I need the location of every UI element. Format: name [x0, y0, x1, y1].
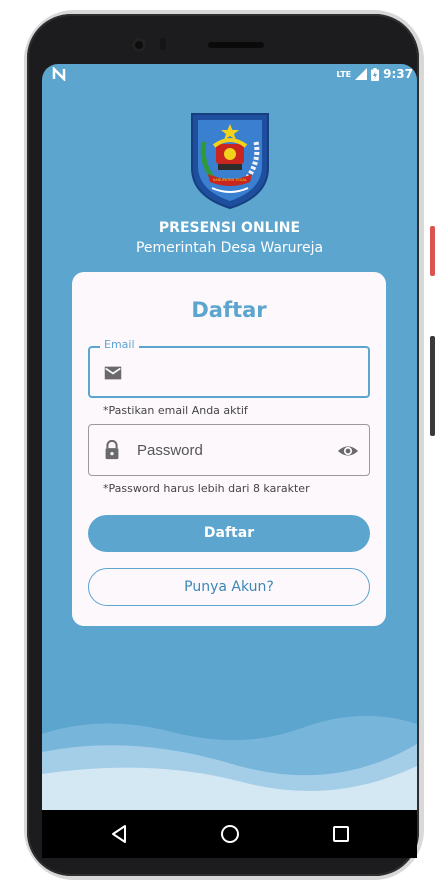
password-hint: *Password harus lebih dari 8 karakter	[103, 482, 310, 495]
back-triangle-icon[interactable]	[110, 824, 128, 844]
notification-n-icon	[52, 67, 66, 81]
system-nav-bar	[42, 810, 417, 858]
app-screen: LTE 9:37 KABUPATEN TEGAL PRESENSI ONLINE…	[42, 64, 417, 810]
kabupaten-tegal-logo: KABUPATEN TEGAL	[191, 113, 269, 210]
app-subtitle: Pemerintah Desa Warureja	[135, 240, 324, 256]
status-bar: LTE 9:37	[42, 64, 417, 86]
register-card: Daftar Email *Pastikan email Anda aktif	[72, 272, 386, 626]
email-hint: *Pastikan email Anda aktif	[103, 404, 248, 417]
status-time: 9:37	[383, 67, 413, 81]
email-input[interactable]	[138, 348, 328, 396]
app-title: PRESENSI ONLINE	[158, 220, 301, 236]
lock-icon	[105, 439, 119, 460]
recents-square-icon[interactable]	[332, 825, 350, 843]
earpiece	[208, 42, 264, 48]
password-input[interactable]	[137, 425, 327, 475]
form-title: Daftar	[191, 298, 267, 322]
network-label: LTE	[336, 69, 352, 79]
home-circle-icon[interactable]	[220, 824, 240, 844]
mail-icon	[104, 366, 122, 380]
have-account-button[interactable]: Punya Akun?	[88, 568, 370, 606]
svg-text:KABUPATEN TEGAL: KABUPATEN TEGAL	[213, 178, 247, 182]
email-label: Email	[100, 338, 139, 351]
side-button-power	[430, 226, 435, 276]
wave-decoration	[42, 715, 417, 810]
password-field[interactable]	[88, 424, 370, 476]
status-right: LTE 9:37	[336, 67, 413, 81]
eye-icon[interactable]	[337, 440, 359, 462]
side-button-volume	[430, 336, 435, 436]
battery-icon	[371, 67, 380, 81]
signal-icon	[355, 68, 368, 80]
register-button[interactable]: Daftar	[88, 515, 370, 552]
proximity-sensor	[160, 38, 166, 50]
front-camera	[132, 38, 146, 52]
email-field[interactable]: Email	[88, 338, 370, 398]
